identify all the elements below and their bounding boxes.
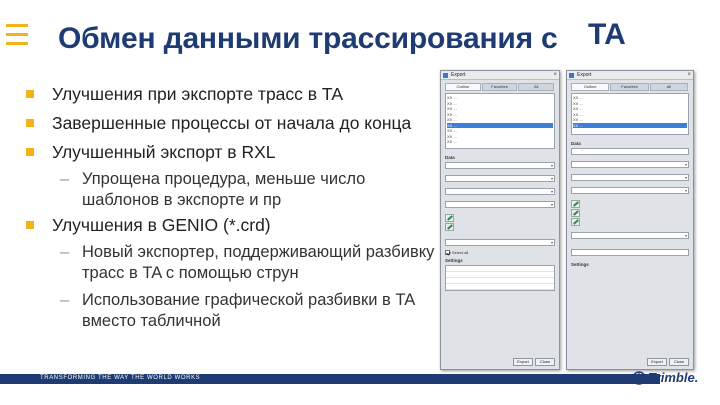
close-icon[interactable]: ×: [553, 71, 557, 80]
file-list[interactable]: XX ... XX ... XX ... XX ... XX ... XX ..…: [571, 93, 689, 135]
text-field[interactable]: [571, 249, 689, 256]
bullet-item: Улучшения при экспорте трасс в TA: [24, 84, 444, 105]
bullet-item: Завершенные процессы от начала до конца: [24, 113, 444, 134]
app-icon: [569, 73, 574, 78]
dropdown-field[interactable]: ▾: [571, 232, 689, 239]
chevron-down-icon: ▾: [550, 202, 553, 207]
tab-all[interactable]: All: [649, 83, 688, 91]
tab-outline[interactable]: Outline: [571, 83, 610, 91]
sub-bullet-item: – Использование графической разбивки в TA…: [60, 291, 415, 330]
dropdown-field[interactable]: ▾: [571, 161, 689, 168]
text-field[interactable]: [571, 148, 689, 155]
section-data: Data: [445, 155, 455, 160]
section-settings: Settings: [571, 262, 589, 267]
slide-title: Обмен данными трассирования с: [58, 22, 558, 55]
dropdown-field[interactable]: ▾: [445, 162, 555, 169]
chevron-down-icon: ▾: [684, 188, 687, 193]
export-dialog-left: Export × Outline Favorites All XX ... XX…: [440, 70, 560, 370]
dropdown-field[interactable]: ▾: [445, 175, 555, 182]
pick-button[interactable]: [571, 218, 580, 226]
table-row[interactable]: [446, 284, 554, 290]
footer-tagline: TRANSFORMING THE WAY THE WORLD WORKS: [40, 375, 201, 381]
dropdown-field[interactable]: ▾: [445, 188, 555, 195]
export-button[interactable]: Export: [513, 358, 533, 366]
settings-grid[interactable]: [445, 265, 555, 291]
pick-button[interactable]: [445, 223, 454, 231]
section-data: Data: [571, 141, 581, 146]
tab-all[interactable]: All: [518, 83, 555, 91]
bullet-item: Улучшенный экспорт в RXL: [24, 142, 444, 163]
tab-outline[interactable]: Outline: [445, 83, 481, 91]
bullet-marker-icon: [26, 90, 34, 98]
dialog-buttons: Export Close: [645, 358, 689, 366]
chevron-down-icon: ▾: [684, 175, 687, 180]
chevron-down-icon: ▾: [550, 240, 553, 245]
trimble-logo: Trimble.: [632, 370, 698, 385]
pencil-icon: [572, 219, 579, 225]
slide-title-overlap: TA: [588, 18, 626, 51]
chevron-down-icon: ▾: [550, 176, 553, 181]
close-button[interactable]: Close: [669, 358, 689, 366]
dialog-titlebar: Export ×: [567, 71, 693, 80]
file-list[interactable]: XX ... XX ... XX ... XX ... XX ... XX ..…: [445, 93, 555, 149]
export-dialog-right: Export × Outline Favorites All XX ... XX…: [566, 70, 694, 370]
dropdown-field[interactable]: ▾: [445, 201, 555, 208]
tab-bar: Outline Favorites All: [445, 83, 555, 91]
dropdown-field[interactable]: ▾: [571, 187, 689, 194]
section-settings: Settings: [445, 258, 463, 263]
chevron-down-icon: ▾: [684, 162, 687, 167]
dialog-titlebar: Export ×: [441, 71, 559, 80]
bullet-item: Улучшения в GENIO (*.crd): [24, 215, 444, 236]
pick-button[interactable]: [445, 214, 454, 222]
bullet-marker-icon: [26, 119, 34, 127]
tab-bar: Outline Favorites All: [571, 83, 689, 91]
chevron-down-icon: ▾: [550, 189, 553, 194]
list-item-selected[interactable]: XX ...: [573, 122, 687, 128]
chevron-down-icon: ▾: [684, 233, 687, 238]
dropdown-field[interactable]: ▾: [445, 239, 555, 246]
close-icon[interactable]: ×: [687, 71, 691, 80]
pick-button[interactable]: [571, 200, 580, 208]
select-all-checkbox[interactable]: Select all: [445, 250, 555, 255]
checkbox-icon: [445, 250, 450, 255]
menu-icon[interactable]: [6, 24, 28, 51]
list-item[interactable]: XX ...: [447, 139, 553, 145]
app-icon: [443, 73, 448, 78]
bullet-marker-icon: [26, 148, 34, 156]
pencil-icon: [446, 224, 453, 230]
trimble-globe-icon: [632, 370, 646, 385]
pencil-icon: [572, 201, 579, 207]
tab-favorites[interactable]: Favorites: [610, 83, 649, 91]
sub-bullet-item: – Упрощена процедура, меньше число шаблон…: [60, 170, 366, 209]
close-button[interactable]: Close: [535, 358, 555, 366]
dialog-buttons: Export Close: [511, 358, 555, 366]
chevron-down-icon: ▾: [550, 163, 553, 168]
pencil-icon: [446, 215, 453, 221]
bullet-list: Улучшения при экспорте трасс в TA Заверш…: [24, 84, 444, 336]
bullet-marker-icon: [26, 221, 34, 229]
pencil-icon: [572, 210, 579, 216]
export-button[interactable]: Export: [647, 358, 667, 366]
tab-favorites[interactable]: Favorites: [481, 83, 518, 91]
dropdown-field[interactable]: ▾: [571, 174, 689, 181]
sub-bullet-item: – Новый экспортер, поддерживающий разбивк…: [60, 243, 435, 282]
pick-button[interactable]: [571, 209, 580, 217]
